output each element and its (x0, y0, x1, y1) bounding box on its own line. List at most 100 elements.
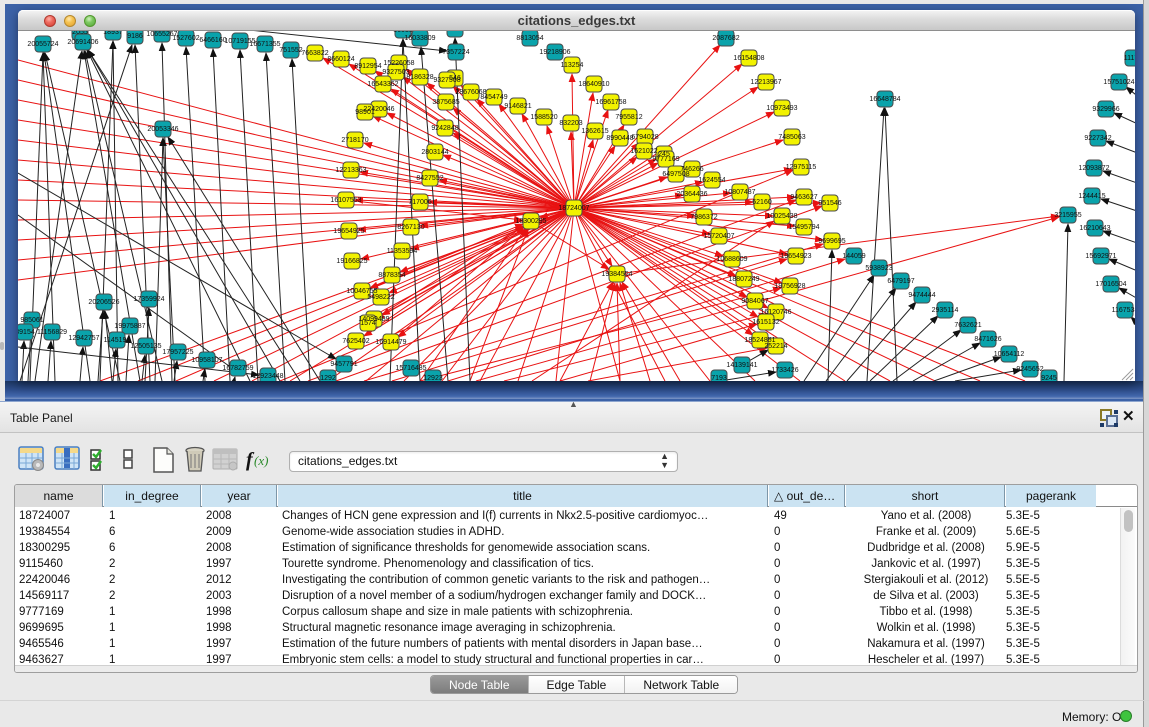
svg-text:15226058: 15226058 (383, 60, 414, 67)
svg-text:17359924: 17359924 (133, 296, 164, 303)
svg-text:7955812: 7955812 (615, 114, 642, 121)
svg-text:18300295: 18300295 (515, 218, 546, 225)
svg-text:144059: 144059 (842, 253, 865, 260)
svg-text:18807249: 18807249 (728, 276, 759, 283)
svg-text:15720407: 15720407 (703, 233, 734, 240)
svg-text:17957225: 17957225 (162, 349, 193, 356)
svg-text:7632621: 7632621 (954, 322, 981, 329)
svg-text:8878354: 8878354 (378, 272, 405, 279)
svg-text:3875685: 3875685 (432, 99, 459, 106)
svg-text:18937: 18937 (103, 31, 123, 36)
svg-text:14139141: 14139141 (726, 362, 757, 369)
svg-text:6497508: 6497508 (662, 171, 689, 178)
svg-text:985061: 985061 (20, 317, 43, 324)
svg-text:5498222: 5498222 (367, 294, 394, 301)
svg-text:12975115: 12975115 (786, 164, 817, 171)
svg-text:(x): (x) (254, 453, 268, 468)
svg-text:1615132: 1615132 (752, 319, 779, 326)
svg-text:16154808: 16154808 (733, 55, 764, 62)
svg-text:9457791: 9457791 (330, 361, 357, 368)
svg-text:9699695: 9699695 (818, 238, 845, 245)
svg-text:1527602: 1527602 (172, 35, 199, 42)
svg-text:16033809: 16033809 (404, 35, 435, 42)
svg-text:11156829: 11156829 (37, 329, 67, 336)
svg-text:3215955: 3215955 (1054, 212, 1081, 219)
svg-text:62160: 62160 (752, 199, 772, 206)
svg-text:20053346: 20053346 (147, 126, 178, 133)
svg-text:113254: 113254 (561, 62, 584, 69)
svg-text:1362615: 1362615 (581, 128, 608, 135)
svg-text:9329966: 9329966 (1092, 106, 1119, 113)
svg-text:9245: 9245 (1041, 375, 1057, 381)
svg-text:10688609: 10688609 (716, 256, 747, 263)
svg-text:16782759: 16782759 (222, 365, 253, 372)
svg-text:10654112: 10654112 (994, 351, 1025, 358)
svg-text:16961758: 16961758 (595, 99, 626, 106)
svg-text:12942757: 12942757 (68, 335, 99, 342)
svg-text:1621022: 1621022 (630, 148, 657, 155)
svg-text:12093872: 12093872 (1078, 165, 1109, 172)
svg-text:9242848: 9242848 (431, 125, 458, 132)
svg-text:1903: 1903 (447, 31, 463, 33)
svg-text:951546: 951546 (818, 200, 841, 207)
svg-text:832203: 832203 (559, 120, 582, 127)
svg-text:19654923: 19654923 (780, 253, 811, 260)
svg-text:8454749: 8454749 (480, 94, 507, 101)
svg-text:1244415: 1244415 (1078, 193, 1105, 200)
svg-text:10958107: 10958107 (191, 357, 222, 364)
svg-text:20055724: 20055724 (27, 41, 58, 48)
svg-text:6794028: 6794028 (631, 134, 658, 141)
svg-text:19218906: 19218906 (539, 49, 570, 56)
svg-text:1574: 1574 (360, 320, 376, 327)
svg-text:20691406: 20691406 (67, 39, 98, 46)
svg-text:16671355: 16671355 (249, 41, 280, 48)
svg-text:1145194: 1145194 (104, 337, 131, 344)
svg-text:8186328: 8186328 (406, 74, 433, 81)
svg-text:15692971: 15692971 (1085, 253, 1116, 260)
svg-text:9327508: 9327508 (433, 77, 460, 84)
svg-text:9227342: 9227342 (1084, 135, 1111, 142)
svg-text:9146821: 9146821 (504, 103, 531, 110)
svg-text:7193: 7193 (711, 375, 727, 381)
svg-text:16648784: 16648784 (869, 96, 900, 103)
svg-text:19384554: 19384554 (601, 271, 632, 278)
svg-text:19975887: 19975887 (114, 323, 145, 330)
svg-text:15716485: 15716485 (395, 365, 426, 372)
svg-text:9186: 9186 (127, 33, 143, 40)
svg-text:2803144: 2803144 (421, 149, 448, 156)
svg-text:12923448: 12923448 (252, 373, 283, 380)
svg-text:6479197: 6479197 (887, 278, 914, 285)
svg-text:12505135: 12505135 (130, 343, 161, 350)
svg-text:16107553: 16107553 (330, 197, 361, 204)
svg-text:8471626: 8471626 (974, 336, 1001, 343)
svg-text:9474444: 9474444 (908, 292, 935, 299)
svg-text:20364436: 20364436 (676, 191, 707, 198)
svg-text:16120746: 16120746 (760, 309, 791, 316)
svg-text:16033: 16033 (393, 31, 413, 34)
svg-text:2087682: 2087682 (712, 35, 739, 42)
svg-text:15751024: 15751024 (1103, 79, 1134, 86)
svg-text:10973493: 10973493 (766, 105, 797, 112)
svg-text:19654925: 19654925 (333, 228, 364, 235)
svg-text:8813054: 8813054 (516, 35, 543, 42)
svg-text:1167533: 1167533 (1112, 307, 1135, 314)
svg-text:10025438: 10025438 (766, 213, 797, 220)
svg-text:7485063: 7485063 (778, 134, 805, 141)
svg-text:2055: 2055 (72, 31, 88, 36)
svg-text:11172: 11172 (1124, 55, 1135, 62)
svg-text:98901: 98901 (355, 109, 375, 116)
svg-text:8912954: 8912954 (354, 63, 381, 70)
svg-text:1588520: 1588520 (530, 114, 557, 121)
svg-text:1292: 1292 (320, 375, 336, 381)
svg-text:717006: 717006 (408, 199, 431, 206)
svg-text:18640910: 18640910 (578, 81, 609, 88)
svg-text:252214: 252214 (764, 343, 787, 350)
svg-text:8660124: 8660124 (327, 56, 354, 63)
svg-text:2718170: 2718170 (341, 137, 368, 144)
svg-text:1624554: 1624554 (698, 177, 725, 184)
svg-text:7986372: 7986372 (690, 214, 717, 221)
svg-text:39154: 39154 (18, 329, 35, 336)
svg-text:7625402: 7625402 (342, 338, 369, 345)
svg-text:10807487: 10807487 (724, 189, 755, 196)
svg-text:9463627: 9463627 (790, 194, 817, 201)
